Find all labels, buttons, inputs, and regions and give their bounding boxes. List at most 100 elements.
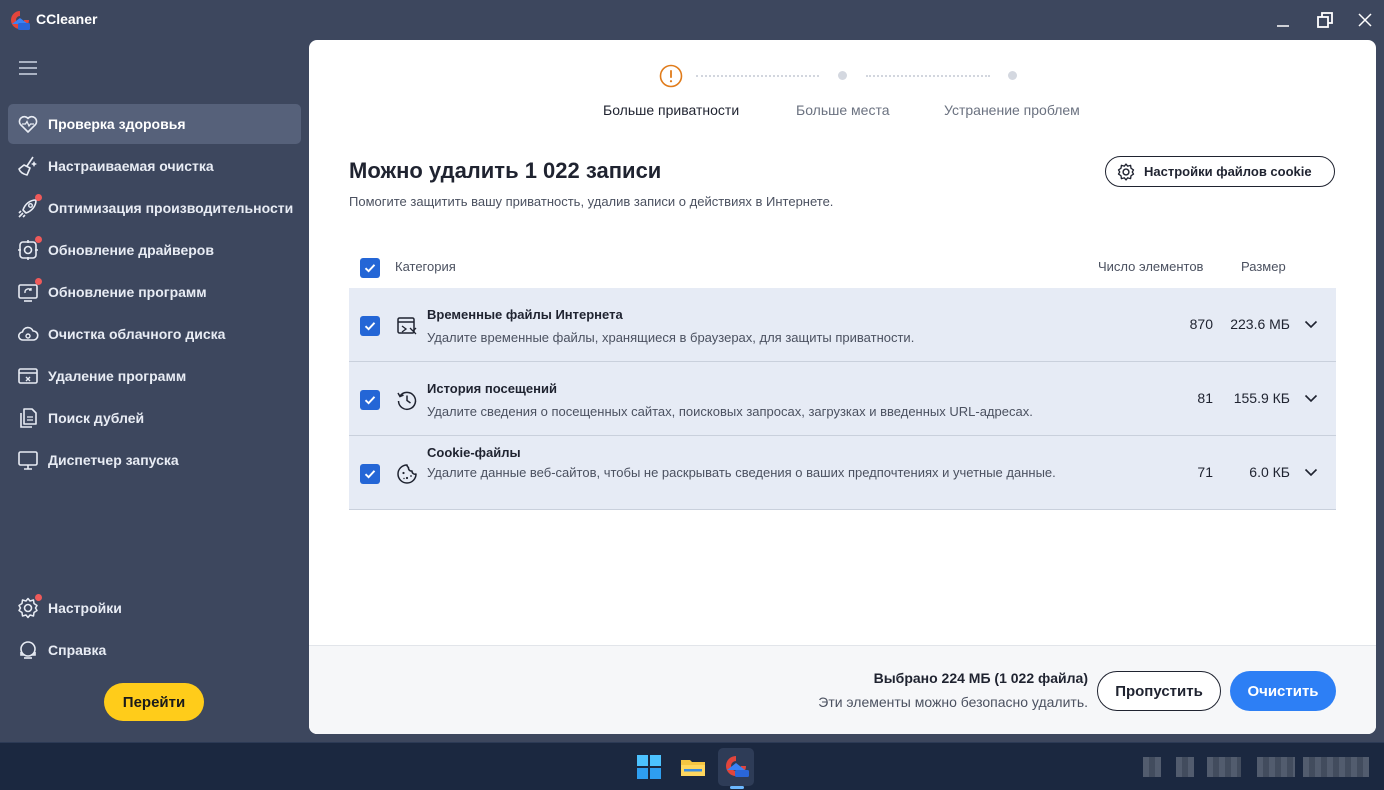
- system-tray-icon[interactable]: [1143, 757, 1161, 777]
- maximize-button[interactable]: [1310, 6, 1340, 34]
- step-dot: [838, 71, 847, 80]
- checkmark-icon: [364, 470, 376, 479]
- sidebar-item-software-update[interactable]: Обновление программ: [8, 272, 301, 312]
- main-panel: Больше приватности Больше места Устранен…: [309, 40, 1376, 734]
- row-description: Удалите временные файлы, хранящиеся в бр…: [427, 330, 915, 345]
- notification-dot: [35, 194, 42, 201]
- duplicate-files-icon: [16, 406, 40, 430]
- row-description: Удалите данные веб-сайтов, чтобы не раск…: [427, 465, 1056, 480]
- ccleaner-logo-icon: [726, 756, 749, 777]
- sidebar-item-label: Проверка здоровья: [48, 116, 186, 132]
- notification-dot: [35, 594, 42, 601]
- ccleaner-logo-icon: [11, 11, 30, 30]
- table-row[interactable]: Cookie-файлы Удалите данные веб-сайтов, …: [349, 436, 1336, 510]
- restore-icon: [1317, 12, 1333, 28]
- step-dot: [1008, 71, 1017, 80]
- gear-icon: [16, 594, 42, 620]
- file-explorer-icon[interactable]: [678, 752, 708, 782]
- minimize-icon: [1277, 25, 1289, 27]
- driver-gear-icon: [16, 236, 42, 262]
- row-title: Временные файлы Интернета: [427, 307, 623, 322]
- step-label-privacy: Больше приватности: [603, 102, 740, 118]
- sidebar-item-label: Настраиваемая очистка: [48, 158, 214, 174]
- ccleaner-taskbar-button[interactable]: [718, 748, 754, 786]
- chevron-down-icon[interactable]: [1303, 316, 1319, 332]
- page-title: Можно удалить 1 022 записи: [349, 158, 662, 183]
- safety-note: Эти элементы можно безопасно удалить.: [818, 694, 1088, 710]
- checkmark-icon: [364, 322, 376, 331]
- system-tray-icon[interactable]: [1257, 757, 1295, 777]
- row-checkbox[interactable]: [360, 316, 380, 336]
- row-count: 870: [1189, 316, 1213, 332]
- sidebar-item-cloud-clean[interactable]: Очистка облачного диска: [8, 314, 301, 354]
- sidebar-item-label: Обновление программ: [48, 284, 207, 300]
- sidebar-item-label: Справка: [48, 642, 107, 658]
- cookie-settings-button[interactable]: Настройки файлов cookie: [1105, 156, 1335, 187]
- sidebar: Проверка здоровья Настраиваемая очистка …: [0, 40, 309, 742]
- progress-stepper: Больше приватности Больше места Устранен…: [309, 40, 1376, 140]
- selection-summary: Выбрано 224 МБ (1 022 файла): [873, 670, 1088, 686]
- row-size: 155.9 КБ: [1233, 390, 1290, 406]
- action-footer: Выбрано 224 МБ (1 022 файла) Эти элемент…: [309, 645, 1376, 734]
- row-size: 223.6 МБ: [1230, 316, 1290, 332]
- broom-icon: [16, 154, 40, 178]
- uninstall-icon: [16, 364, 40, 388]
- sidebar-item-label: Диспетчер запуска: [48, 452, 179, 468]
- system-tray-icon[interactable]: [1207, 757, 1241, 777]
- gear-icon: [1117, 162, 1135, 181]
- table-header: Категория Число элементов Размер: [349, 246, 1336, 288]
- checkmark-icon: [364, 264, 376, 273]
- chevron-down-icon[interactable]: [1303, 464, 1319, 480]
- sidebar-item-uninstall[interactable]: Удаление программ: [8, 356, 301, 396]
- monitor-icon: [16, 448, 40, 472]
- chevron-down-icon[interactable]: [1303, 390, 1319, 406]
- column-header-category: Категория: [395, 259, 456, 274]
- sidebar-item-duplicates[interactable]: Поиск дублей: [8, 398, 301, 438]
- sidebar-item-custom-clean[interactable]: Настраиваемая очистка: [8, 146, 301, 186]
- cookie-settings-label: Настройки файлов cookie: [1144, 164, 1312, 179]
- sidebar-item-label: Обновление драйверов: [48, 242, 214, 258]
- clean-button[interactable]: Очистить: [1230, 671, 1336, 711]
- categories-table: Категория Число элементов Размер Временн…: [349, 246, 1336, 510]
- table-row[interactable]: История посещений Удалите сведения о пос…: [349, 362, 1336, 436]
- help-icon: [16, 638, 40, 662]
- system-tray-icon[interactable]: [1176, 757, 1194, 777]
- app-title: CCleaner: [36, 11, 98, 27]
- warning-icon: [659, 64, 683, 88]
- skip-button[interactable]: Пропустить: [1097, 671, 1221, 711]
- browser-temp-files-icon: [397, 317, 417, 335]
- minimize-button[interactable]: [1268, 6, 1298, 34]
- notification-dot: [35, 236, 42, 243]
- cookie-icon: [397, 464, 417, 484]
- tray-clock[interactable]: [1303, 757, 1369, 777]
- row-checkbox[interactable]: [360, 464, 380, 484]
- sidebar-item-driver-update[interactable]: Обновление драйверов: [8, 230, 301, 270]
- windows-start-icon[interactable]: [634, 752, 664, 782]
- table-row[interactable]: Временные файлы Интернета Удалите времен…: [349, 288, 1336, 362]
- row-count: 81: [1197, 390, 1213, 406]
- row-checkbox[interactable]: [360, 390, 380, 410]
- step-connector: [696, 75, 819, 77]
- sidebar-item-performance[interactable]: Оптимизация производительности: [8, 188, 301, 228]
- sidebar-item-label: Оптимизация производительности: [48, 200, 294, 216]
- sidebar-item-health-check[interactable]: Проверка здоровья: [8, 104, 301, 144]
- select-all-checkbox[interactable]: [360, 258, 380, 278]
- title-bar: CCleaner: [0, 0, 1384, 40]
- row-description: Удалите сведения о посещенных сайтах, по…: [427, 404, 1033, 419]
- cloud-drive-icon: [16, 322, 40, 346]
- software-update-icon: [16, 278, 42, 304]
- go-button[interactable]: Перейти: [104, 683, 204, 721]
- sidebar-item-help[interactable]: Справка: [8, 630, 301, 670]
- column-header-count: Число элементов: [1098, 259, 1204, 274]
- row-count: 71: [1197, 464, 1213, 480]
- sidebar-item-settings[interactable]: Настройки: [8, 588, 301, 628]
- close-button[interactable]: [1350, 6, 1380, 34]
- close-icon: [1358, 13, 1372, 27]
- heart-icon: [16, 112, 40, 136]
- rocket-icon: [16, 194, 42, 220]
- hamburger-menu-icon[interactable]: [16, 58, 40, 78]
- active-app-indicator: [730, 786, 744, 789]
- sidebar-item-label: Поиск дублей: [48, 410, 145, 426]
- sidebar-item-startup-manager[interactable]: Диспетчер запуска: [8, 440, 301, 480]
- notification-dot: [35, 278, 42, 285]
